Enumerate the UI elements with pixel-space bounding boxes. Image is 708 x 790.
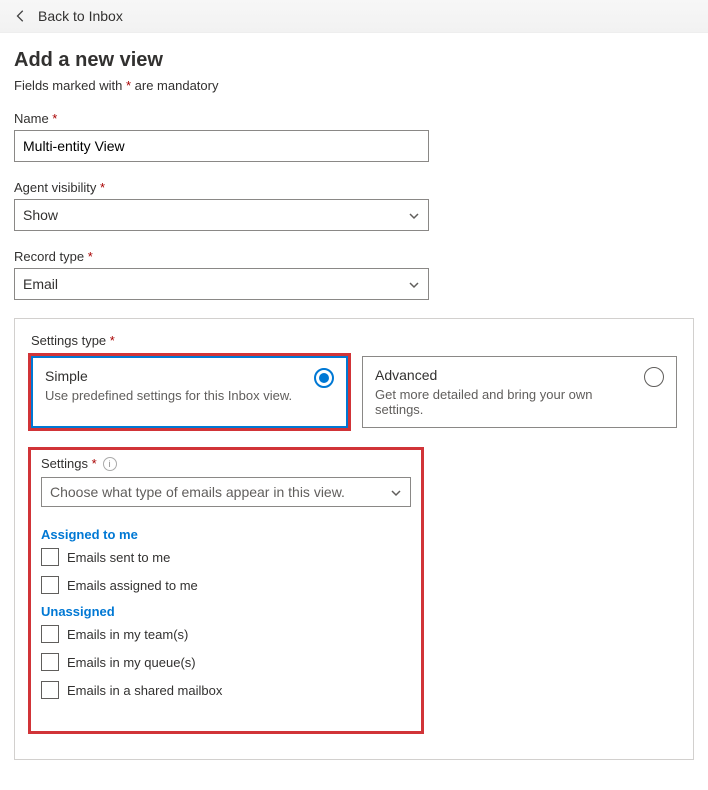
- record-type-field: Record type * Email: [14, 249, 694, 300]
- back-to-inbox-link[interactable]: Back to Inbox: [38, 8, 123, 24]
- radio-unselected-icon: [644, 367, 664, 387]
- chevron-down-icon: [390, 486, 402, 498]
- name-input[interactable]: [23, 138, 420, 154]
- radio-selected-icon: [314, 368, 334, 388]
- settings-dropdown[interactable]: Choose what type of emails appear in thi…: [41, 477, 411, 507]
- page-title: Add a new view: [14, 49, 694, 72]
- simple-title: Simple: [45, 368, 292, 384]
- record-type-select[interactable]: Email: [14, 268, 429, 300]
- group-assigned-title: Assigned to me: [41, 527, 411, 542]
- top-bar: Back to Inbox: [0, 0, 708, 33]
- settings-type-options: Simple Use predefined settings for this …: [31, 356, 677, 428]
- settings-type-simple[interactable]: Simple Use predefined settings for this …: [31, 356, 348, 428]
- checkbox-icon[interactable]: [41, 681, 59, 699]
- name-field: Name *: [14, 111, 694, 162]
- checkbox-icon[interactable]: [41, 653, 59, 671]
- name-input-wrapper[interactable]: [14, 130, 429, 162]
- checkbox-icon[interactable]: [41, 625, 59, 643]
- agent-visibility-field: Agent visibility * Show: [14, 180, 694, 231]
- option-emails-in-shared-mailbox[interactable]: Emails in a shared mailbox: [41, 681, 411, 699]
- settings-placeholder: Choose what type of emails appear in thi…: [50, 484, 345, 500]
- checkbox-icon[interactable]: [41, 576, 59, 594]
- option-emails-in-my-teams[interactable]: Emails in my team(s): [41, 625, 411, 643]
- settings-label: Settings *: [41, 456, 97, 471]
- name-label: Name *: [14, 111, 694, 126]
- option-emails-assigned-to-me[interactable]: Emails assigned to me: [41, 576, 411, 594]
- record-type-value: Email: [23, 276, 58, 292]
- settings-label-row: Settings * i: [41, 456, 411, 471]
- settings-type-label: Settings type *: [31, 333, 677, 348]
- settings-section: Settings * i Choose what type of emails …: [31, 450, 421, 731]
- option-emails-sent-to-me[interactable]: Emails sent to me: [41, 548, 411, 566]
- advanced-desc: Get more detailed and bring your own set…: [375, 387, 636, 417]
- page-content: Add a new view Fields marked with * are …: [0, 33, 708, 790]
- agent-visibility-value: Show: [23, 207, 58, 223]
- agent-visibility-select[interactable]: Show: [14, 199, 429, 231]
- record-type-label: Record type *: [14, 249, 694, 264]
- chevron-down-icon: [408, 278, 420, 290]
- mandatory-note: Fields marked with * are mandatory: [14, 78, 694, 93]
- info-icon[interactable]: i: [103, 457, 117, 471]
- advanced-title: Advanced: [375, 367, 636, 383]
- settings-type-advanced[interactable]: Advanced Get more detailed and bring you…: [362, 356, 677, 428]
- settings-options-panel: Assigned to me Emails sent to me Emails …: [41, 515, 411, 717]
- back-arrow-icon[interactable]: [14, 9, 28, 23]
- settings-type-panel: Settings type * Simple Use predefined se…: [14, 318, 694, 760]
- agent-visibility-label: Agent visibility *: [14, 180, 694, 195]
- chevron-down-icon: [408, 209, 420, 221]
- simple-desc: Use predefined settings for this Inbox v…: [45, 388, 292, 403]
- option-emails-in-my-queues[interactable]: Emails in my queue(s): [41, 653, 411, 671]
- checkbox-icon[interactable]: [41, 548, 59, 566]
- group-unassigned-title: Unassigned: [41, 604, 411, 619]
